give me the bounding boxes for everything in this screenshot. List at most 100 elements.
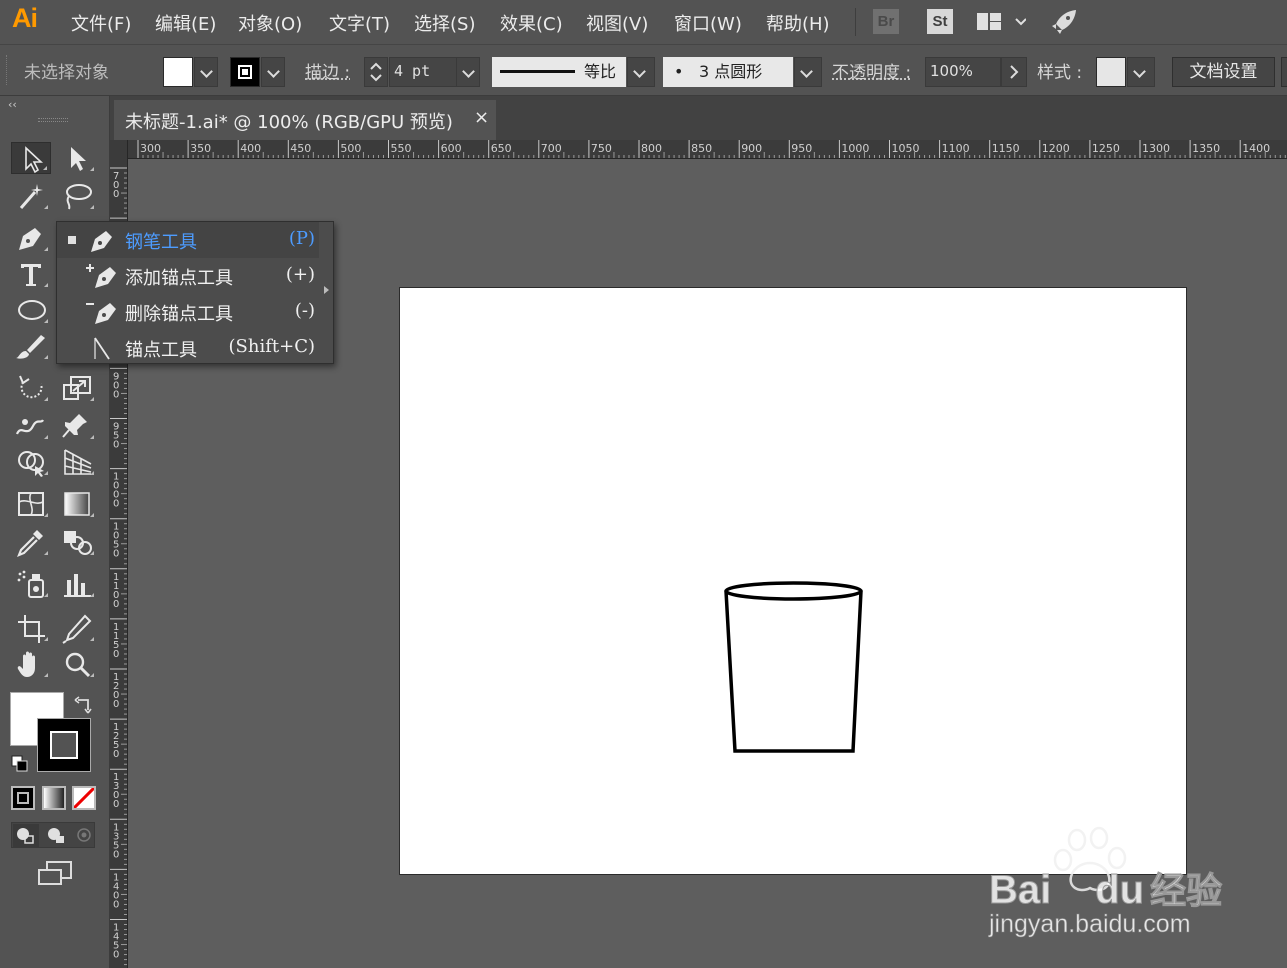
none-mode-button[interactable] — [72, 786, 96, 810]
stroke-weight-stepper[interactable] — [364, 57, 388, 87]
bridge-button[interactable]: Br — [873, 9, 899, 34]
preferences-button-partial[interactable] — [1281, 57, 1287, 87]
baidu-watermark: Bai du 经验 jingyan.baidu.com — [985, 826, 1245, 946]
mesh-icon — [11, 488, 51, 520]
swap-fill-stroke-button[interactable] — [74, 694, 94, 714]
ruler-label: 350 — [190, 142, 211, 155]
close-icon[interactable]: × — [474, 107, 489, 128]
stroke-dropdown[interactable] — [261, 57, 285, 87]
cup-drawing[interactable] — [400, 288, 1188, 876]
menu-object[interactable]: 对象(O) — [238, 10, 302, 36]
ruler-label: 1300 — [113, 772, 119, 810]
slice-tool[interactable] — [57, 612, 97, 644]
gradient-mode-button[interactable] — [42, 786, 66, 810]
warp-icon — [11, 410, 51, 442]
ruler-label: 600 — [441, 142, 462, 155]
horizontal-ruler[interactable]: 300 350 400 450 500 550 600 650 700 750 800 850 900 9… — [128, 140, 1287, 159]
stock-button[interactable]: St — [927, 9, 953, 34]
collapse-panel-icon[interactable]: ‹‹ — [8, 98, 17, 111]
ruler-label: 450 — [290, 142, 311, 155]
flyout-item-shortcut: (Shift+C) — [229, 336, 315, 357]
flyout-item-delete-anchor[interactable]: 删除锚点工具 (-) — [57, 294, 319, 330]
menu-view[interactable]: 视图(V) — [586, 10, 648, 36]
mesh-tool[interactable] — [11, 488, 51, 520]
selection-tool[interactable] — [11, 142, 51, 174]
flyout-item-shortcut: (-) — [295, 300, 315, 321]
zoom-tool[interactable] — [57, 648, 97, 680]
symbol-sprayer-tool[interactable] — [11, 568, 51, 600]
ruler-label: 1300 — [1142, 142, 1170, 155]
brush-definition[interactable]: • 3 点圆形 — [663, 57, 793, 87]
selection-arrow-icon — [12, 143, 52, 175]
menu-type[interactable]: 文字(T) — [329, 10, 390, 36]
workspace-switcher[interactable] — [976, 11, 1026, 33]
graphic-style-swatch[interactable] — [1096, 57, 1126, 87]
magic-wand-tool[interactable] — [11, 180, 51, 212]
opacity-label[interactable]: 不透明度 : — [832, 58, 911, 83]
gradient-icon — [57, 488, 97, 520]
variable-width-profile[interactable]: 等比 — [492, 57, 626, 87]
ruler-label: 400 — [240, 142, 261, 155]
menu-effect[interactable]: 效果(C) — [500, 10, 563, 36]
artboard[interactable] — [399, 287, 1187, 875]
profile-dropdown[interactable] — [627, 57, 655, 87]
pen-tool[interactable] — [11, 222, 51, 254]
shape-builder-tool[interactable] — [11, 446, 51, 478]
graphic-style-dropdown[interactable] — [1127, 57, 1155, 87]
fill-dropdown[interactable] — [194, 57, 218, 87]
opacity-input[interactable]: 100% — [925, 57, 1001, 87]
stroke-label[interactable]: 描边 : — [305, 58, 350, 83]
none-slash-icon — [74, 788, 94, 808]
blend-tool[interactable] — [57, 526, 97, 558]
screen-mode-icon — [37, 860, 73, 888]
column-graph-tool[interactable] — [57, 568, 97, 600]
perspective-grid-tool[interactable] — [57, 446, 97, 478]
document-tab[interactable]: 未标题-1.ai* @ 100% (RGB/GPU 预览) × — [114, 100, 496, 140]
paintbrush-tool[interactable] — [11, 330, 51, 362]
gradient-tool[interactable] — [57, 488, 97, 520]
direct-selection-arrow-icon — [57, 142, 97, 174]
ruler-label: 1100 — [113, 572, 119, 610]
screen-mode-button[interactable] — [37, 860, 73, 888]
swap-arrows-icon — [74, 694, 94, 714]
fill-swatch[interactable] — [163, 57, 193, 87]
puppet-warp-tool[interactable] — [57, 410, 97, 442]
document-setup-button[interactable]: 文档设置 — [1172, 57, 1275, 87]
tearoff-arrow-icon[interactable] — [324, 286, 329, 294]
flyout-item-anchor-point[interactable]: 锚点工具 (Shift+C) — [57, 330, 319, 366]
stroke-weight-dropdown[interactable] — [456, 57, 480, 87]
artboard-tool[interactable] — [11, 612, 51, 644]
ruler-label: 1400 — [1242, 142, 1270, 155]
menu-edit[interactable]: 编辑(E) — [155, 10, 216, 36]
lasso-tool[interactable] — [57, 180, 97, 212]
gpu-performance-button[interactable] — [1050, 8, 1078, 36]
brush-dropdown[interactable] — [794, 57, 822, 87]
flyout-item-pen[interactable]: 钢笔工具 (P) — [57, 222, 319, 258]
flyout-item-add-anchor[interactable]: 添加锚点工具 (+) — [57, 258, 319, 294]
hand-tool[interactable] — [11, 648, 51, 680]
control-bar-grip[interactable] — [6, 55, 10, 85]
menu-file[interactable]: 文件(F) — [71, 10, 131, 36]
shape-builder-icon — [11, 446, 51, 478]
brush-label: 3 点圆形 — [699, 57, 762, 86]
direct-selection-tool[interactable] — [57, 142, 97, 174]
stroke-swatch[interactable] — [230, 57, 260, 87]
type-tool[interactable] — [11, 258, 51, 290]
stroke-color-box[interactable] — [37, 718, 91, 772]
menu-select[interactable]: 选择(S) — [414, 10, 475, 36]
warp-tool[interactable] — [11, 410, 51, 442]
menu-window[interactable]: 窗口(W) — [674, 10, 742, 36]
rocket-icon — [1050, 8, 1078, 36]
panel-grip[interactable] — [38, 118, 68, 122]
ellipse-tool[interactable] — [11, 294, 51, 326]
menu-help[interactable]: 帮助(H) — [766, 10, 830, 36]
default-colors-button[interactable] — [10, 754, 30, 774]
scale-tool[interactable] — [57, 372, 97, 404]
color-mode-button[interactable] — [11, 786, 35, 810]
rotate-tool[interactable] — [11, 372, 51, 404]
ruler-label: 550 — [391, 142, 412, 155]
eyedropper-tool[interactable] — [11, 526, 51, 558]
opacity-expand-button[interactable] — [1001, 57, 1027, 87]
stroke-weight-input[interactable]: 4 pt — [389, 57, 457, 87]
watermark-brand-a: Bai — [989, 868, 1051, 912]
